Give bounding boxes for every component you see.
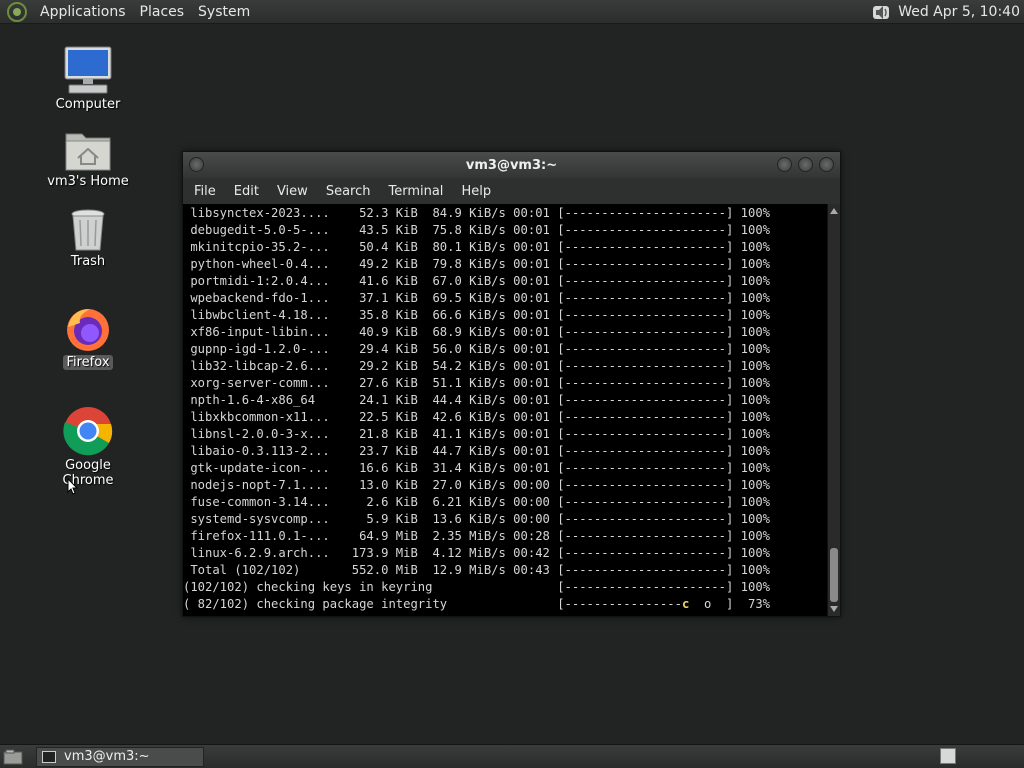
desktop-icon-label: vm3's Home [47,174,129,189]
terminal-line: firefox-111.0.1-... 64.9 MiB 2.35 MiB/s … [183,529,770,543]
menu-file[interactable]: File [185,184,225,199]
volume-icon[interactable] [870,1,892,23]
terminal-line: gtk-update-icon-... 16.6 KiB 31.4 KiB/s … [183,461,770,475]
home-folder-icon [64,128,112,172]
terminal-line: python-wheel-0.4... 49.2 KiB 79.8 KiB/s … [183,257,770,271]
menu-system[interactable]: System [191,0,257,24]
clock[interactable]: Wed Apr 5, 10:40 [898,4,1024,20]
desktop-icon-label: Google Chrome [62,458,114,488]
scrollbar-thumb[interactable] [830,548,838,602]
scroll-down-arrow-icon[interactable] [830,606,838,612]
scroll-up-arrow-icon[interactable] [830,208,838,214]
desktop-icon-chrome[interactable]: Google Chrome [38,406,138,488]
terminal-line: npth-1.6-4-x86_64 24.1 KiB 44.4 KiB/s 00… [183,393,770,407]
desktop-icon-home[interactable]: vm3's Home [38,128,138,189]
menu-places[interactable]: Places [133,0,192,24]
firefox-icon [64,305,112,353]
window-title: vm3@vm3:~ [465,157,558,173]
window-titlebar[interactable]: vm3@vm3:~ [183,152,840,178]
terminal-text: o ] 73% [689,597,771,611]
desktop-icon-label: Trash [70,254,106,269]
terminal-line: libnsl-2.0.0-3-x... 21.8 KiB 41.1 KiB/s … [183,427,770,441]
menu-edit[interactable]: Edit [225,184,268,199]
computer-icon [63,45,113,95]
terminal-line: libsynctex-2023.... 52.3 KiB 84.9 KiB/s … [183,206,770,220]
terminal-window[interactable]: vm3@vm3:~ File Edit View Search Terminal… [182,151,841,617]
terminal-line: ( 82/102) checking package integrity [--… [183,596,828,613]
terminal-line: (102/102) checking keys in keyring [----… [183,580,770,594]
distro-logo-icon[interactable] [7,1,27,22]
desktop-icon-firefox[interactable]: Firefox [38,305,138,370]
maximize-button[interactable] [798,157,813,172]
trash-icon [68,208,108,252]
menu-search[interactable]: Search [317,184,380,199]
bottom-panel: vm3@vm3:~ [0,744,1024,768]
terminal-scrollbar[interactable] [827,204,840,616]
menu-help[interactable]: Help [452,184,500,199]
minimize-button[interactable] [777,157,792,172]
terminal-line: xf86-input-libin... 40.9 KiB 68.9 KiB/s … [183,325,770,339]
terminal-line: gupnp-igd-1.2.0-... 29.4 KiB 56.0 KiB/s … [183,342,770,356]
terminal-line: wpebackend-fdo-1... 37.1 KiB 69.5 KiB/s … [183,291,770,305]
chrome-icon [63,406,113,456]
terminal-line: systemd-sysvcomp... 5.9 KiB 13.6 KiB/s 0… [183,512,770,526]
terminal-line: libwbclient-4.18... 35.8 KiB 66.6 KiB/s … [183,308,770,322]
terminal-line: linux-6.2.9.arch... 173.9 MiB 4.12 MiB/s… [183,546,770,560]
terminal-line: nodejs-nopt-7.1.... 13.0 KiB 27.0 KiB/s … [183,478,770,492]
terminal-line: fuse-common-3.14... 2.6 KiB 6.21 KiB/s 0… [183,495,770,509]
terminal-text: ( 82/102) checking package integrity [--… [183,597,682,611]
menu-terminal[interactable]: Terminal [379,184,452,199]
desktop-icon-label: Firefox [63,355,113,370]
terminal-line: lib32-libcap-2.6... 29.2 KiB 54.2 KiB/s … [183,359,770,373]
terminal-line: debugedit-5.0-5-... 43.5 KiB 75.8 KiB/s … [183,223,770,237]
terminal-line: libaio-0.3.113-2... 23.7 KiB 44.7 KiB/s … [183,444,770,458]
taskbar-item-label: vm3@vm3:~ [64,749,150,764]
terminal-line: libxkbcommon-x11... 22.5 KiB 42.6 KiB/s … [183,410,770,424]
top-panel: Applications Places System Wed Apr 5, 10… [0,0,1024,24]
terminal-line: portmidi-1:2.0.4... 41.6 KiB 67.0 KiB/s … [183,274,770,288]
terminal-menubar: File Edit View Search Terminal Help [183,178,840,204]
terminal-line: mkinitcpio-35.2-... 50.4 KiB 80.1 KiB/s … [183,240,770,254]
window-menu-button[interactable] [189,157,204,172]
taskbar-item-terminal[interactable]: vm3@vm3:~ [36,746,204,767]
close-button[interactable] [819,157,834,172]
show-desktop-icon[interactable] [2,748,24,766]
desktop-icon-label: Computer [55,97,121,112]
terminal-icon [42,750,56,763]
desktop-icon-computer[interactable]: Computer [38,45,138,112]
terminal-line: Total (102/102) 552.0 MiB 12.9 MiB/s 00:… [183,563,770,577]
terminal-line: xorg-server-comm... 27.6 KiB 51.1 KiB/s … [183,376,770,390]
workspace-switcher[interactable] [940,748,956,764]
menu-view[interactable]: View [268,184,317,199]
menu-applications[interactable]: Applications [33,0,133,24]
desktop-icon-trash[interactable]: Trash [38,208,138,269]
terminal-output[interactable]: libsynctex-2023.... 52.3 KiB 84.9 KiB/s … [183,204,828,616]
